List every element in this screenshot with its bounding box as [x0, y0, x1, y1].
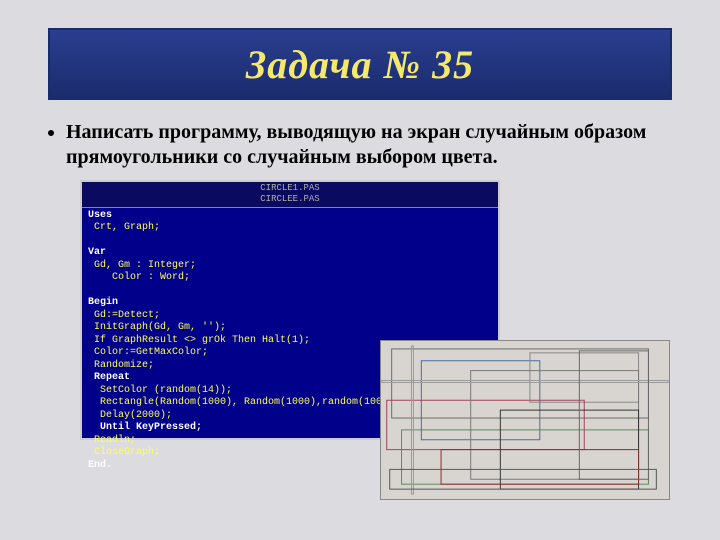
editor-titlebar: CIRCLE1.PAS CIRCLEE.PAS [82, 182, 498, 208]
program-output [380, 340, 670, 500]
code-line: Uses [88, 210, 492, 223]
code-line: Begin [88, 297, 492, 310]
code-line: Var [88, 247, 492, 260]
editor-file-2: CIRCLEE.PAS [260, 194, 319, 204]
code-line: InitGraph(Gd, Gm, ''); [88, 322, 492, 335]
bullet-icon [48, 130, 54, 136]
random-rect [411, 346, 413, 494]
task-bullet: Написать программу, выводящую на экран с… [48, 120, 672, 170]
random-rect [387, 400, 585, 449]
random-rect [392, 349, 649, 418]
random-rect [530, 353, 639, 402]
code-line: Gd:=Detect; [88, 310, 492, 323]
code-line: Gd, Gm : Integer; [88, 260, 492, 273]
code-line: Crt, Graph; [88, 222, 492, 235]
random-rect [471, 371, 639, 480]
random-rect [402, 430, 649, 484]
output-svg [381, 341, 669, 499]
title-text: Задача № 35 [246, 41, 474, 88]
random-rect [382, 381, 668, 383]
editor-file-1: CIRCLE1.PAS [260, 183, 319, 193]
title-box: Задача № 35 [48, 28, 672, 100]
code-line: Color : Word; [88, 272, 492, 285]
code-line [88, 235, 492, 248]
task-description: Написать программу, выводящую на экран с… [66, 120, 672, 170]
code-line [88, 285, 492, 298]
